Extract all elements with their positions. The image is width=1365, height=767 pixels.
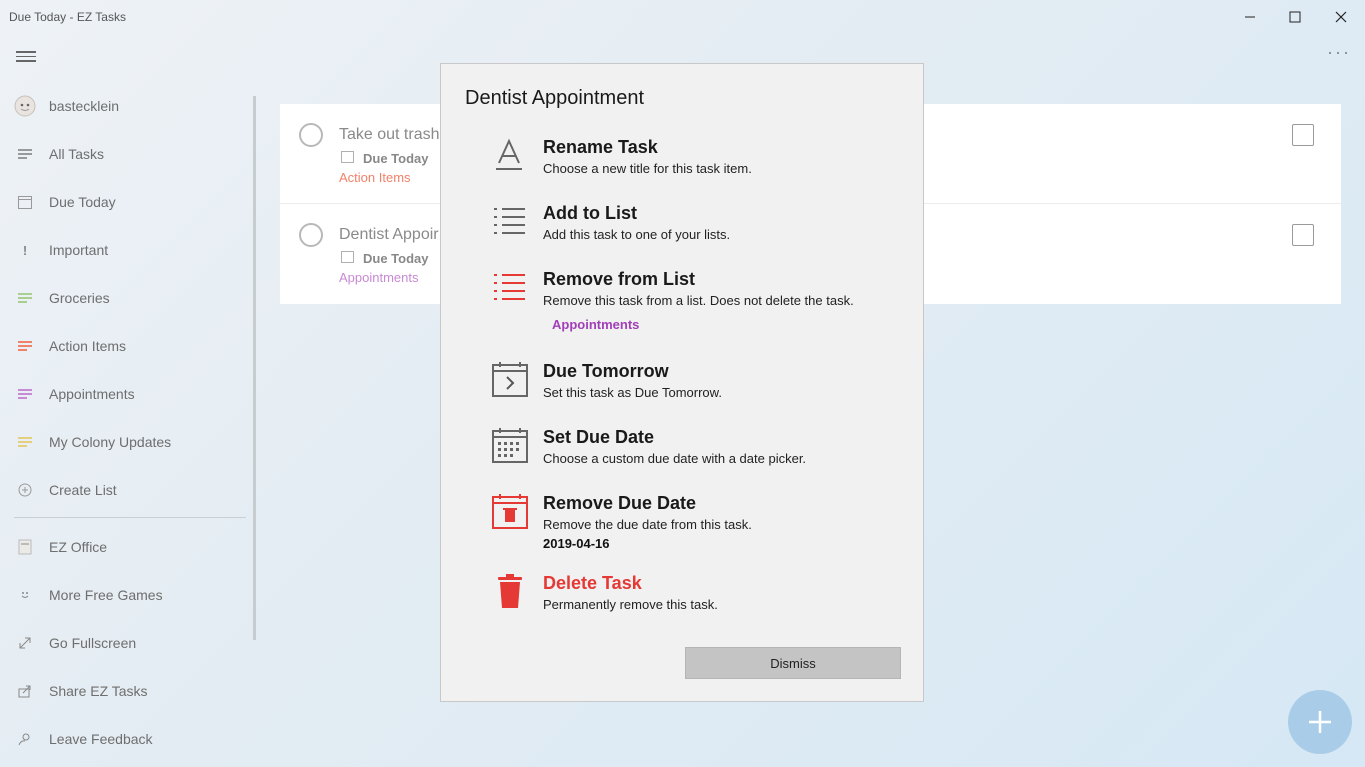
sidebar-item-label: Go Fullscreen xyxy=(49,635,137,651)
sidebar-user[interactable]: bastecklein xyxy=(0,86,250,126)
calendar-remove-icon xyxy=(491,493,529,531)
sidebar-item-go-fullscreen[interactable]: Go Fullscreen xyxy=(0,623,250,663)
share-icon xyxy=(16,682,34,700)
option-description: Add this task to one of your lists. xyxy=(543,227,731,242)
calendar-icon xyxy=(16,193,34,211)
list-name-badge: Appointments xyxy=(552,317,640,332)
option-description: Choose a custom due date with a date pic… xyxy=(543,451,807,466)
task-title: Dentist Appoir xyxy=(339,226,439,243)
sidebar-item-groceries[interactable]: Groceries xyxy=(0,278,250,318)
minimize-button[interactable] xyxy=(1227,0,1273,34)
option-title: Add to List xyxy=(543,203,637,223)
avatar xyxy=(14,95,36,117)
list-icon xyxy=(16,433,34,451)
sidebar-item-ez-office[interactable]: EZ Office xyxy=(0,527,250,567)
sidebar-item-appointments[interactable]: Appointments xyxy=(0,374,250,414)
option-title: Rename Task xyxy=(543,137,658,157)
exclamation-icon: ! xyxy=(22,242,28,258)
plus-icon xyxy=(1309,711,1331,733)
dismiss-button[interactable]: Dismiss xyxy=(685,647,901,679)
sidebar-item-share-ez-tasks[interactable]: Share EZ Tasks xyxy=(0,671,250,711)
option-title: Set Due Date xyxy=(543,427,655,447)
task-due: Due Today xyxy=(363,251,429,266)
task-list-name: Appointments xyxy=(339,270,419,285)
option-title: Due Tomorrow xyxy=(543,361,669,381)
feedback-icon xyxy=(16,730,34,748)
sidebar-item-label: Action Items xyxy=(49,338,127,354)
sidebar-item-more-free-games[interactable]: More Free Games xyxy=(0,575,250,615)
sidebar-item-label: More Free Games xyxy=(49,587,163,603)
calendar-icon xyxy=(341,251,354,263)
sidebar-item-label: Groceries xyxy=(49,290,110,306)
minimize-icon xyxy=(1245,16,1255,18)
option-description: Remove this task from a list. Does not d… xyxy=(543,293,854,308)
smiley-icon xyxy=(16,586,34,604)
trash-icon xyxy=(491,573,529,611)
sidebar-item-label: Due Today xyxy=(49,194,116,210)
plus-circle-icon xyxy=(16,481,34,499)
add-task-button[interactable] xyxy=(1288,690,1352,754)
option-title: Remove from List xyxy=(543,269,696,289)
maximize-icon xyxy=(1289,11,1301,23)
sidebar-item-label: Important xyxy=(49,242,109,258)
dialog-title: Dentist Appointment xyxy=(465,87,644,109)
calendar-icon xyxy=(341,151,354,163)
maximize-button[interactable] xyxy=(1272,0,1318,34)
task-due: Due Today xyxy=(363,151,429,166)
sidebar-item-all-tasks[interactable]: All Tasks xyxy=(0,134,250,174)
sidebar-divider xyxy=(14,517,246,518)
list-icon xyxy=(491,203,529,241)
due-date-value: 2019-04-16 xyxy=(543,536,610,551)
option-title: Delete Task xyxy=(543,573,642,593)
sidebar-scrollbar[interactable] xyxy=(253,96,256,640)
sidebar-item-label: EZ Office xyxy=(49,539,108,555)
task-list-name: Action Items xyxy=(339,170,411,185)
option-description: Set this task as Due Tomorrow. xyxy=(543,385,722,400)
window-title: Due Today - EZ Tasks xyxy=(9,10,126,24)
calendar-icon xyxy=(491,427,529,465)
list-icon xyxy=(16,385,34,403)
office-icon xyxy=(16,538,34,556)
title-bar: Due Today - EZ Tasks xyxy=(0,0,1365,34)
complete-task-radio[interactable] xyxy=(299,123,323,147)
sidebar-item-create-list[interactable]: Create List xyxy=(0,470,250,510)
hamburger-menu-icon[interactable] xyxy=(16,48,36,66)
sidebar-item-label: Leave Feedback xyxy=(49,731,153,747)
more-options-icon[interactable]: ··· xyxy=(1327,42,1351,63)
option-description: Permanently remove this task. xyxy=(543,597,718,612)
option-description: Choose a new title for this task item. xyxy=(543,161,752,176)
calendar-next-icon xyxy=(491,361,529,399)
option-title: Remove Due Date xyxy=(543,493,697,513)
expand-icon xyxy=(16,634,34,652)
list-icon xyxy=(16,289,34,307)
sidebar-item-label: My Colony Updates xyxy=(49,434,172,450)
task-options-dialog: Dentist Appointment Rename Task Choose a… xyxy=(440,63,924,702)
sidebar-item-label: All Tasks xyxy=(49,146,104,162)
sidebar-item-leave-feedback[interactable]: Leave Feedback xyxy=(0,719,250,759)
list-remove-icon xyxy=(491,269,529,307)
sidebar-item-label: Create List xyxy=(49,482,117,498)
close-button[interactable] xyxy=(1318,0,1364,34)
sidebar-item-label: Appointments xyxy=(49,386,135,402)
lines-icon xyxy=(16,145,34,163)
sidebar-item-important[interactable]: ! Important xyxy=(0,230,250,270)
task-title: Take out trash xyxy=(339,126,440,143)
task-select-checkbox[interactable] xyxy=(1292,124,1314,146)
user-name: bastecklein xyxy=(49,98,120,114)
sidebar-item-label: Share EZ Tasks xyxy=(49,683,148,699)
option-description: Remove the due date from this task. xyxy=(543,517,752,532)
sidebar-item-action-items[interactable]: Action Items xyxy=(0,326,250,366)
list-icon xyxy=(16,337,34,355)
sidebar-item-my-colony-updates[interactable]: My Colony Updates xyxy=(0,422,250,462)
complete-task-radio[interactable] xyxy=(299,223,323,247)
sidebar-item-due-today[interactable]: Due Today xyxy=(0,182,250,222)
close-icon xyxy=(1335,11,1347,23)
rename-icon xyxy=(491,137,529,175)
task-select-checkbox[interactable] xyxy=(1292,224,1314,246)
